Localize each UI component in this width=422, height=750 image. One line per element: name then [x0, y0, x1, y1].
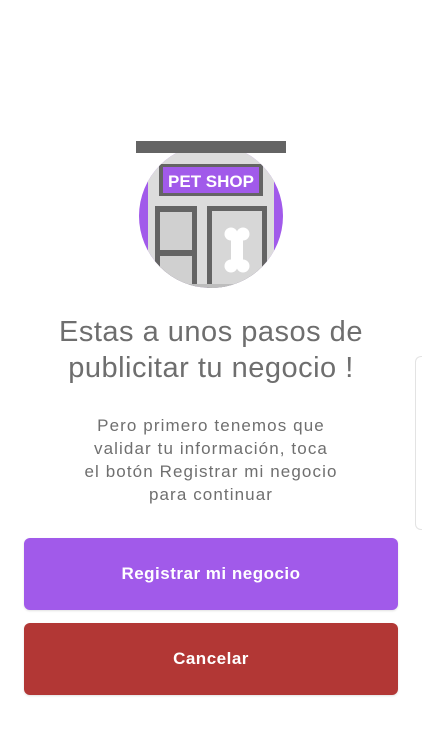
side-panel-handle[interactable] [415, 356, 422, 530]
instructions-line-2: validar tu información, toca [94, 439, 328, 458]
page-title: Estas a unos pasos de publicitar tu nego… [0, 314, 422, 386]
pet-shop-sign-text: PET SHOP [168, 172, 254, 191]
title-line-2: publicitar tu negocio ! [68, 352, 354, 384]
instructions-line-1: Pero primero tenemos que [97, 416, 325, 435]
register-business-button[interactable]: Registrar mi negocio [24, 538, 398, 610]
cancel-button[interactable]: Cancelar [24, 623, 398, 695]
title-line-1: Estas a unos pasos de [59, 316, 363, 348]
register-business-screen: PET SHOP Estas a unos pasos de publicita… [0, 0, 422, 750]
instructions-line-3: el botón Registrar mi negocio [84, 462, 338, 481]
pet-shop-storefront-icon: PET SHOP [136, 141, 286, 288]
instructions-line-4: para continuar [148, 485, 274, 504]
storefront-roof [136, 141, 286, 153]
instructions-text: Pero primero tenemos que validar tu info… [40, 414, 382, 506]
